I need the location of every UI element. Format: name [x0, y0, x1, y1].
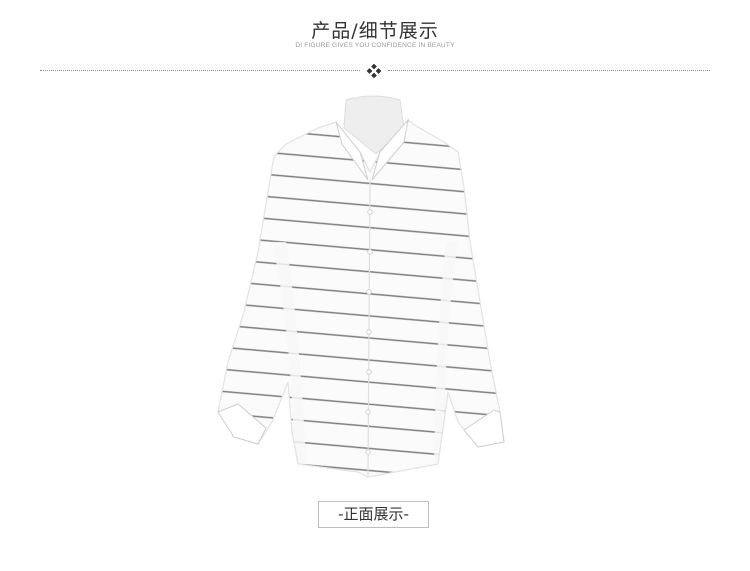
section-title: 产品/细节展示 [311, 20, 439, 42]
product-photo [217, 95, 505, 478]
dotted-divider-right [388, 70, 710, 71]
dotted-divider-left [40, 70, 360, 71]
section-subtitle: DI FIGURE GIVES YOU CONFIDENCE IN BEAUTY [295, 42, 455, 49]
front-view-caption: -正面展示- [318, 501, 429, 528]
diamond-dots-ornament-icon [367, 64, 381, 78]
